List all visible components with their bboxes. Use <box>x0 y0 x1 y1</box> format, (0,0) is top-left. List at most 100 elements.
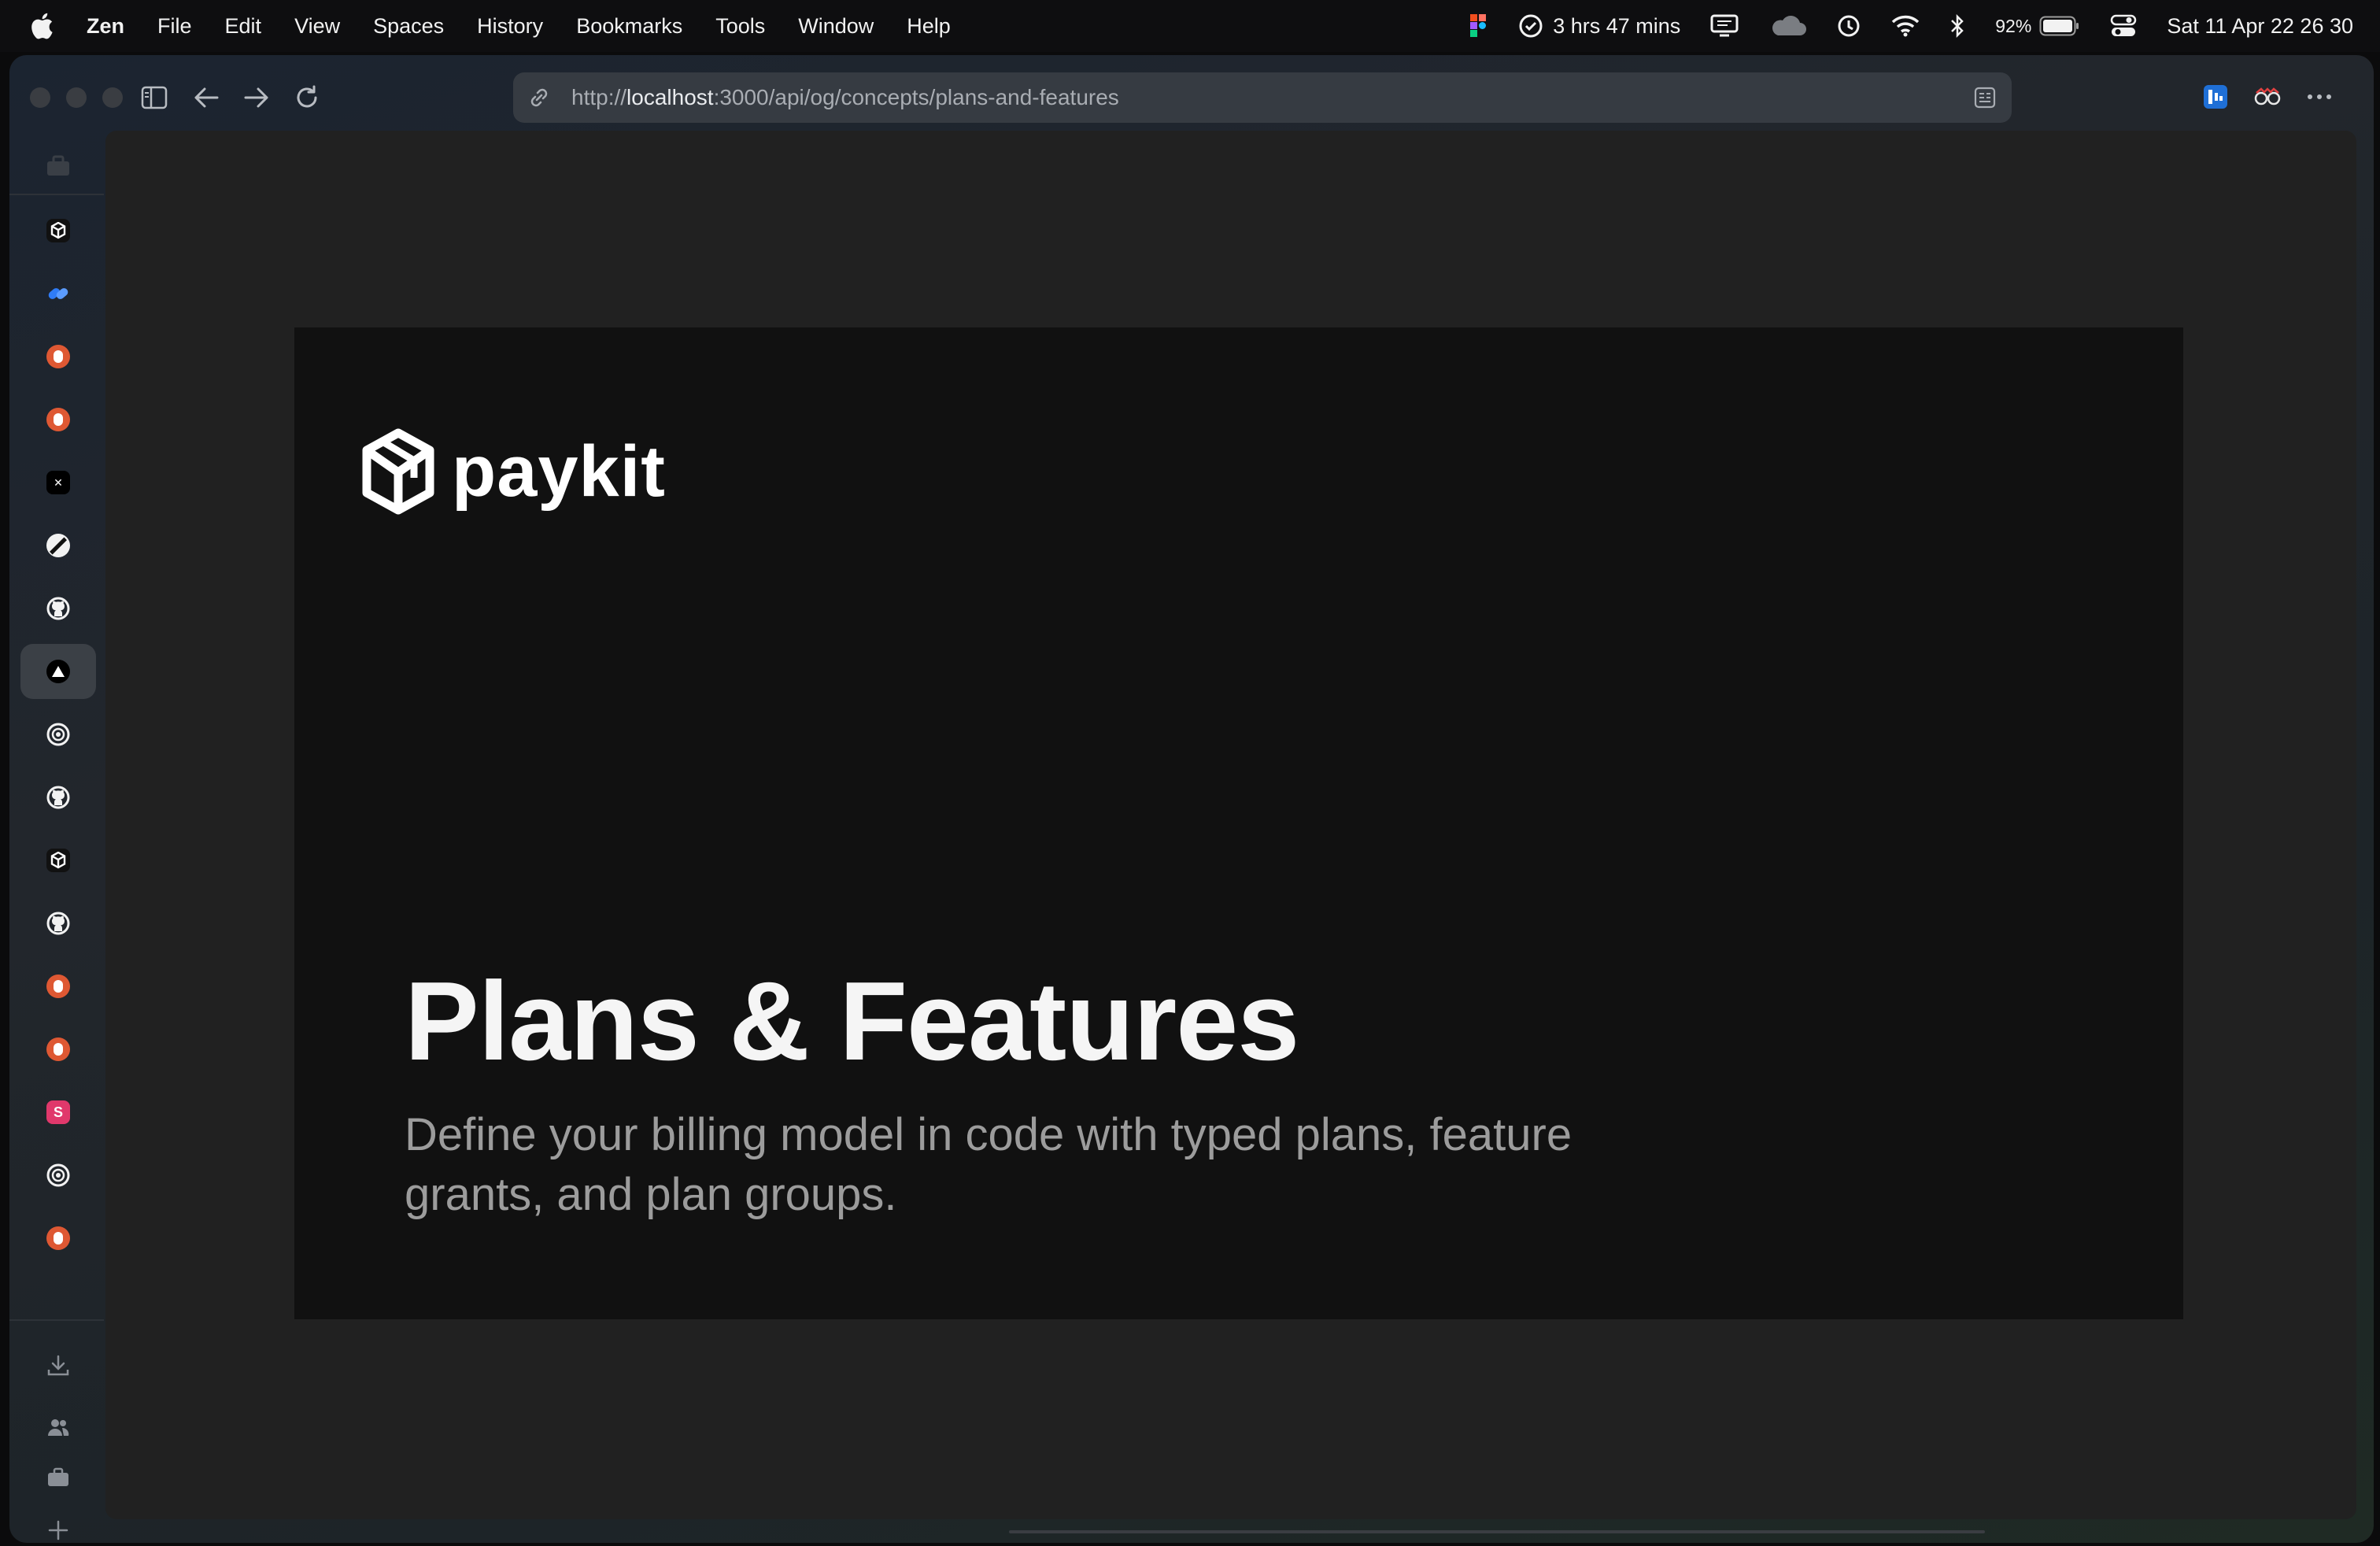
bluetooth-icon[interactable] <box>1949 10 1965 42</box>
ellipsis-icon <box>2308 94 2331 99</box>
link-favicon-icon <box>48 288 68 299</box>
menu-app-name[interactable]: Zen <box>87 14 124 39</box>
sidebar-tab-x[interactable]: ✕ <box>20 455 96 510</box>
duckduckgo-favicon-icon <box>46 1037 70 1061</box>
plus-icon <box>48 1520 68 1540</box>
workspaces-button[interactable] <box>20 1450 96 1505</box>
sidebar-tab-s-app[interactable]: S <box>20 1085 96 1140</box>
workspace-icon[interactable] <box>20 139 96 194</box>
url-host: localhost <box>626 85 714 109</box>
new-tab-button[interactable] <box>20 1508 96 1543</box>
openai-favicon-icon <box>46 1163 70 1187</box>
github-favicon-icon <box>46 597 70 620</box>
github-favicon-icon <box>46 786 70 809</box>
sidebar-tab-duckduckgo[interactable] <box>20 329 96 384</box>
sidebar-divider <box>9 194 104 195</box>
duckduckgo-favicon-icon <box>46 408 70 431</box>
battery-status[interactable]: 92% <box>1995 10 2080 42</box>
menu-edit[interactable]: Edit <box>225 14 262 39</box>
menubar-clock[interactable]: Sat 11 Apr 22 26 30 <box>2167 14 2353 39</box>
zoom-window-button[interactable] <box>102 87 123 108</box>
paykit-favicon-icon <box>46 849 70 872</box>
wifi-icon[interactable] <box>1891 10 1920 42</box>
apple-menu-icon[interactable] <box>30 13 54 39</box>
display-icon[interactable] <box>1710 10 1739 42</box>
og-image: paykit Plans & Features Define your bill… <box>294 327 2183 1319</box>
url-bar[interactable]: http://localhost:3000/api/og/concepts/pl… <box>513 72 2012 123</box>
reload-icon <box>297 85 317 108</box>
people-icon <box>48 1419 69 1436</box>
toggle-sidebar-button[interactable] <box>139 82 170 113</box>
sidebar-tab-stripe[interactable] <box>20 518 96 573</box>
sidebar-tab-openai[interactable] <box>20 1148 96 1203</box>
sidebar-tab-duckduckgo[interactable] <box>20 392 96 447</box>
more-options-button[interactable] <box>2301 79 2338 115</box>
brand-name: paykit <box>452 431 666 512</box>
menu-view[interactable]: View <box>294 14 340 39</box>
close-window-button[interactable] <box>30 87 50 108</box>
github-favicon-icon <box>46 912 70 935</box>
web-content: paykit Plans & Features Define your bill… <box>105 131 2356 1519</box>
arrow-right-icon <box>244 87 268 108</box>
menu-bar: Zen File Edit View Spaces History Bookma… <box>0 0 2380 52</box>
menu-bookmarks[interactable]: Bookmarks <box>576 14 682 39</box>
extension-glasses-button[interactable] <box>2249 79 2286 115</box>
sidebar-tab-github[interactable] <box>20 770 96 825</box>
site-info-icon[interactable] <box>526 84 552 111</box>
sidebar-tab-duckduckgo[interactable] <box>20 959 96 1014</box>
browser-window: http://localhost:3000/api/og/concepts/pl… <box>9 55 2374 1543</box>
menu-file[interactable]: File <box>157 14 192 39</box>
arrow-left-icon <box>194 87 219 108</box>
battery-time-text: 3 hrs 47 mins <box>1553 13 1681 38</box>
horizontal-scrollbar[interactable] <box>1009 1530 1985 1533</box>
paykit-logo-icon <box>362 428 434 515</box>
openai-favicon-icon <box>46 723 70 746</box>
menu-spaces[interactable]: Spaces <box>373 14 444 39</box>
tab-sidebar: ✕ S <box>9 139 104 1543</box>
profiles-button[interactable] <box>20 1400 96 1455</box>
sidebar-tab-vercel-active[interactable] <box>20 644 96 699</box>
time-machine-icon[interactable] <box>1836 10 1861 42</box>
sidebar-tab-openai[interactable] <box>20 707 96 762</box>
duckduckgo-favicon-icon <box>46 975 70 998</box>
duckduckgo-favicon-icon <box>46 1226 70 1250</box>
browser-toolbar: http://localhost:3000/api/og/concepts/pl… <box>9 55 2374 139</box>
sidebar-tab-link[interactable] <box>20 266 96 321</box>
window-controls <box>30 87 123 108</box>
sidebar-toggle-icon <box>141 86 168 109</box>
url-scheme: http:// <box>571 85 627 109</box>
sidebar-divider <box>9 1319 104 1321</box>
brand-lockup: paykit <box>359 428 666 515</box>
url-text: http://localhost:3000/api/og/concepts/pl… <box>571 85 1119 110</box>
control-center-icon[interactable] <box>2110 10 2137 42</box>
figma-status-icon[interactable] <box>1468 10 1488 42</box>
url-path: :3000/api/og/concepts/plans-and-features <box>713 85 1119 109</box>
back-button[interactable] <box>190 82 222 113</box>
cloud-icon[interactable] <box>1768 10 1807 42</box>
downloads-button[interactable] <box>20 1338 96 1393</box>
battery-timer-status[interactable]: 3 hrs 47 mins <box>1518 10 1680 42</box>
sidebar-tab-github[interactable] <box>20 896 96 951</box>
menu-history[interactable]: History <box>477 14 543 39</box>
menu-help[interactable]: Help <box>907 14 951 39</box>
forward-button[interactable] <box>241 82 272 113</box>
sidebar-tab-duckduckgo[interactable] <box>20 1211 96 1266</box>
menu-window[interactable]: Window <box>798 14 874 39</box>
x-favicon-icon: ✕ <box>46 471 70 494</box>
s-app-favicon-icon: S <box>46 1100 70 1124</box>
minimize-window-button[interactable] <box>66 87 87 108</box>
sidebar-tab-github[interactable] <box>20 581 96 636</box>
vercel-favicon-icon <box>46 660 70 683</box>
reader-mode-icon[interactable] <box>1971 83 1999 112</box>
sidebar-tab-duckduckgo[interactable] <box>20 1022 96 1077</box>
sidebar-tab-paykit[interactable] <box>20 833 96 888</box>
glasses-icon <box>2254 87 2281 105</box>
sidebar-tab-paykit[interactable] <box>20 203 96 258</box>
extension-button[interactable] <box>2197 79 2234 115</box>
page-description: Define your billing model in code with t… <box>405 1109 1572 1220</box>
paykit-favicon-icon <box>46 219 70 242</box>
reload-button[interactable] <box>291 82 323 113</box>
download-icon <box>47 1355 69 1376</box>
duckduckgo-favicon-icon <box>46 345 70 368</box>
menu-tools[interactable]: Tools <box>715 14 765 39</box>
